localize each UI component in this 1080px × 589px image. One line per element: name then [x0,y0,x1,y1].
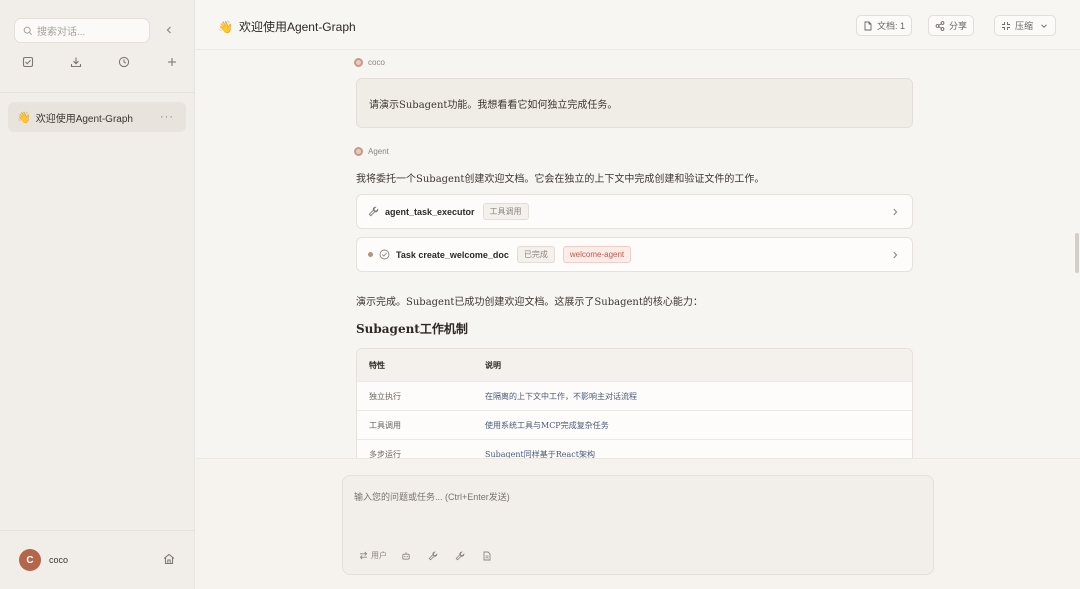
swap-icon [359,551,368,560]
checklist-icon [22,56,34,68]
check-circle-icon [379,249,390,260]
share-icon [935,20,945,31]
tool-call-badge: 工具调用 [482,203,529,220]
top-header: 👋 欢迎使用Agent-Graph 文档: 1 分享 压缩 [196,0,1080,50]
table-cell: 使用系统工具与MCP完成复杂任务 [485,420,609,430]
sidebar-divider [0,92,195,93]
robot-icon [402,551,410,560]
chevron-left-icon [166,26,171,34]
section-heading: Subagent工作机制 [356,322,468,336]
tool-name: agent_task_executor [385,206,475,217]
table-header-cell: 特性 [369,359,385,370]
document-icon [864,21,872,30]
history-icon [118,56,130,68]
table-header-row: 特性 说明 [357,349,912,381]
table-header-cell: 说明 [485,359,501,370]
avatar: C [19,549,41,571]
agent-sender: Agent [354,147,389,156]
history-button[interactable] [116,54,132,70]
document-icon [483,551,491,560]
checklist-button[interactable] [20,54,36,70]
table-row: 独立执行 在隔离的上下文中工作，不影响主对话流程 [357,381,912,410]
tools-button[interactable] [428,551,441,561]
documents-button[interactable]: 文档: 1 [856,15,913,36]
agent-badge: welcome-agent [562,246,632,263]
mode-switch-button[interactable]: 用户 [359,550,387,561]
sender-name: Agent [368,147,389,156]
message-input[interactable] [343,476,933,536]
user-message-text: 请演示Subagent功能。我想看看它如何独立完成任务。 [369,100,618,111]
chat-panel: coco 请演示Subagent功能。我想看看它如何独立完成任务。 Agent … [196,51,1080,458]
message-composer: 用户 [342,475,934,575]
wrench-icon [428,551,438,560]
input-area: 用户 [196,458,1080,589]
wave-emoji-icon: 👋 [218,19,233,34]
wrench-icon [455,551,465,560]
download-button[interactable] [68,54,84,70]
composer-toolbar: 用户 [359,550,509,561]
compress-icon [1002,21,1010,30]
plus-icon [168,58,176,66]
table-cell: 多步运行 [369,449,401,459]
attach-document-button[interactable] [482,551,495,561]
compress-label: 压缩 [1015,21,1034,31]
user-name: coco [49,555,69,565]
chevron-down-icon [1041,23,1047,28]
task-status-badge: 已完成 [516,246,555,263]
user-message: 请演示Subagent功能。我想看看它如何独立完成任务。 [356,78,913,128]
more-options-button[interactable]: ··· [160,111,174,123]
mode-label: 用户 [371,551,387,560]
table-cell: 在隔离的上下文中工作，不影响主对话流程 [485,391,637,401]
search-input[interactable]: 搜索对话... [14,18,150,43]
documents-label: 文档: 1 [877,21,906,31]
search-placeholder: 搜索对话... [37,27,86,38]
sender-name: coco [368,58,385,67]
table-cell: Subagent同样基于React架构 [485,449,595,459]
share-label: 分享 [949,21,968,31]
agent-avatar-icon [354,147,363,156]
compress-button[interactable]: 压缩 [994,15,1057,36]
user-profile[interactable]: C coco [19,549,68,571]
sidebar: 搜索对话... 👋 欢迎使用Agent-Graph ··· C coco [0,0,195,589]
agent-summary-text: 演示完成。Subagent已成功创建欢迎文档。这展示了Subagent的核心能力… [356,297,703,308]
chevron-right-icon [893,208,898,215]
task-name: Task create_welcome_doc [396,249,509,260]
conversation-item[interactable]: 👋 欢迎使用Agent-Graph ··· [8,102,186,132]
share-button[interactable]: 分享 [928,15,975,36]
user-avatar-icon [354,58,363,67]
sidebar-toolbar [14,54,184,72]
conversation-heading: 欢迎使用Agent-Graph [238,20,356,34]
wave-emoji-icon: 👋 [17,111,31,124]
mcp-tools-button[interactable] [455,551,468,561]
table-cell: 独立执行 [369,391,401,401]
feature-table: 特性 说明 独立执行 在隔离的上下文中工作，不影响主对话流程 工具调用 使用系统… [356,348,913,458]
chevron-right-icon [893,251,898,258]
robot-button[interactable] [401,551,414,561]
tool-call-card[interactable]: agent_task_executor 工具调用 [356,194,913,229]
table-row: 多步运行 Subagent同样基于React架构 [357,439,912,458]
download-icon [70,57,82,68]
chat-scrollbar[interactable] [1075,233,1079,273]
status-dot-icon [368,252,373,257]
task-card[interactable]: Task create_welcome_doc 已完成 welcome-agen… [356,237,913,272]
sidebar-bottom-divider [0,530,195,531]
user-sender: coco [354,58,385,67]
home-icon [163,553,175,565]
table-cell: 工具调用 [369,420,401,430]
home-button[interactable] [162,552,178,568]
wrench-icon [368,206,379,217]
page-title: 👋 欢迎使用Agent-Graph [218,18,356,35]
agent-intro-text: 我将委托一个Subagent创建欢迎文档。它会在独立的上下文中完成创建和验证文件… [356,174,765,185]
collapse-sidebar-button[interactable] [160,21,178,39]
conversation-title: 欢迎使用Agent-Graph [35,113,133,125]
search-icon [23,26,33,35]
table-row: 工具调用 使用系统工具与MCP完成复杂任务 [357,410,912,439]
new-conversation-button[interactable] [164,54,180,70]
